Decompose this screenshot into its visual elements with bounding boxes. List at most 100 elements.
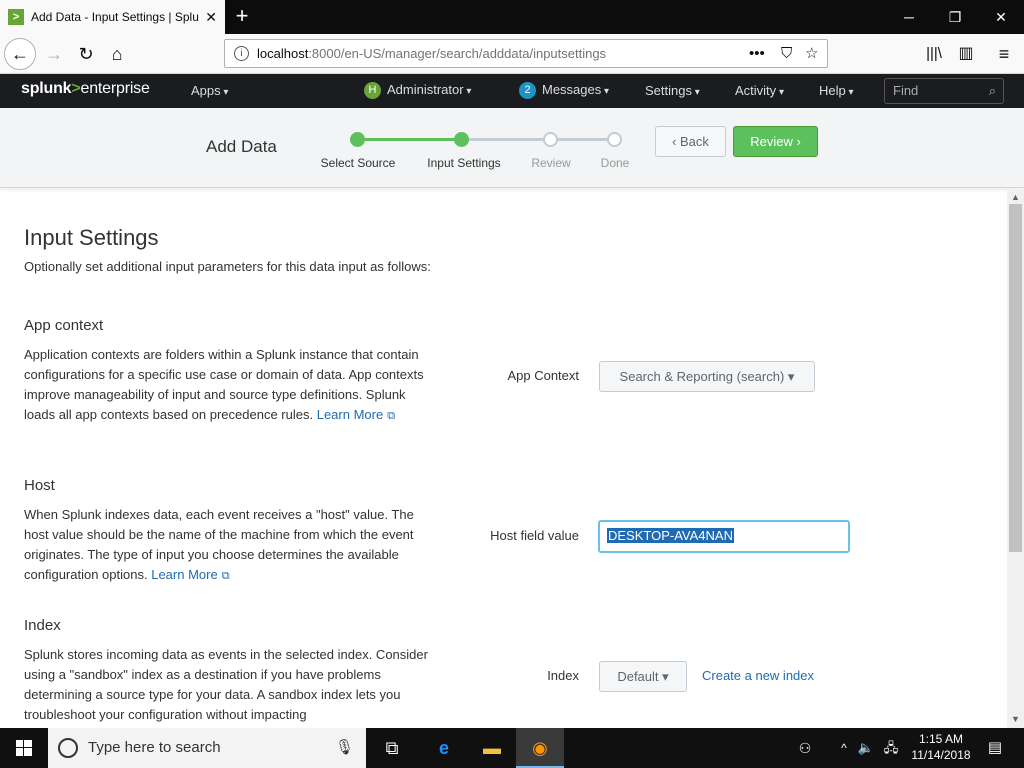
- browser-tab-bar: > Add Data - Input Settings | Splu ✕ + ─…: [0, 0, 1024, 34]
- action-center-icon[interactable]: ▤: [980, 728, 1010, 768]
- scrollbar-thumb[interactable]: [1009, 204, 1022, 552]
- back-label: Back: [680, 134, 709, 149]
- input-settings-panel: Input Settings Optionally set additional…: [4, 208, 1004, 728]
- clock-date: 11/14/2018: [911, 748, 971, 762]
- library-icon[interactable]: |||\: [920, 40, 948, 68]
- network-icon[interactable]: 🖧: [880, 728, 902, 768]
- review-label: Review: [750, 134, 793, 149]
- task-view-icon[interactable]: ⧉: [368, 728, 416, 768]
- step-dot-done: [607, 132, 622, 147]
- windows-taskbar: Type here to search 🎙 ⧉ e ▬ ◉ ⚇ ^ 🔈 🖧 1:…: [0, 728, 1024, 768]
- url-bar[interactable]: i localhost:8000/en-US/manager/search/ad…: [224, 39, 828, 68]
- page-actions-icon[interactable]: •••: [749, 40, 765, 67]
- bookmark-star-icon[interactable]: ☆: [805, 40, 818, 67]
- activity-menu[interactable]: Activity: [735, 83, 784, 98]
- find-placeholder: Find: [893, 83, 919, 98]
- page-subtitle: Optionally set additional input paramete…: [24, 259, 431, 274]
- edge-icon[interactable]: e: [420, 728, 468, 768]
- taskbar-search-box[interactable]: Type here to search 🎙: [48, 728, 366, 768]
- scroll-down-icon[interactable]: ▼: [1007, 714, 1024, 724]
- app-context-heading: App context: [24, 317, 104, 334]
- dropdown-caret-icon: ▾: [658, 669, 669, 684]
- step-label-select-source: Select Source: [320, 156, 396, 170]
- taskbar-search-placeholder: Type here to search: [88, 739, 221, 756]
- host-field-value: DESKTOP-AVA4NAN: [607, 528, 734, 543]
- browser-tab[interactable]: > Add Data - Input Settings | Splu ✕: [0, 0, 225, 34]
- index-label: Index: [547, 668, 579, 683]
- user-menu-label: Administrator: [387, 82, 471, 97]
- user-menu[interactable]: H Administrator: [364, 82, 471, 100]
- minimize-icon[interactable]: ─: [886, 0, 932, 34]
- browser-toolbar: ← → ↻ ⌂ i localhost:8000/en-US/manager/s…: [0, 34, 1024, 74]
- wizard-title: Add Data: [206, 137, 277, 156]
- messages-menu[interactable]: 2 Messages: [519, 82, 609, 100]
- step-label-done: Done: [600, 156, 630, 170]
- page-scrollbar[interactable]: ▲ ▼: [1007, 190, 1024, 728]
- reload-icon[interactable]: ↻: [72, 40, 100, 68]
- file-explorer-icon[interactable]: ▬: [468, 728, 516, 768]
- external-link-icon: ⧉: [221, 570, 230, 582]
- chevron-left-icon: ‹: [672, 134, 681, 149]
- create-new-index-link[interactable]: Create a new index: [702, 668, 814, 683]
- app-context-dropdown[interactable]: Search & Reporting (search) ▾: [599, 361, 815, 392]
- step-dot-input-settings: [454, 132, 469, 147]
- splunk-navbar: splunk>enterprise Apps H Administrator 2M…: [0, 74, 1024, 108]
- back-button[interactable]: ‹ Back: [655, 126, 726, 157]
- step-label-input-settings: Input Settings: [427, 156, 501, 170]
- search-icon: ⌕: [988, 83, 996, 98]
- host-field-label: Host field value: [490, 528, 579, 543]
- review-button[interactable]: Review ›: [733, 126, 818, 157]
- info-icon[interactable]: i: [234, 46, 249, 61]
- windows-logo-icon: [16, 740, 32, 756]
- external-link-icon: ⧉: [387, 410, 396, 422]
- step-connector-todo: [462, 138, 614, 141]
- close-tab-icon[interactable]: ✕: [205, 9, 217, 26]
- sidebar-icon[interactable]: ▥: [952, 40, 980, 68]
- add-data-wizard-header: Add Data Select Source Input Settings Re…: [0, 108, 1024, 188]
- splunk-logo[interactable]: splunk>enterprise: [21, 80, 150, 98]
- index-description: Splunk stores incoming data as events in…: [24, 647, 428, 722]
- step-connector-done: [358, 138, 462, 141]
- new-tab-button[interactable]: +: [230, 4, 254, 28]
- app-context-description: Application contexts are folders within …: [24, 347, 424, 422]
- user-avatar: H: [364, 82, 381, 100]
- url-path: :8000/en-US/manager/search/adddata/input…: [308, 46, 607, 61]
- index-value: Default: [617, 669, 659, 684]
- firefox-icon[interactable]: ◉: [516, 728, 564, 768]
- dropdown-caret-icon: ▾: [784, 369, 795, 384]
- page-title: Input Settings: [24, 225, 159, 250]
- host-description: When Splunk indexes data, each event rec…: [24, 507, 414, 582]
- system-clock[interactable]: 1:15 AM 11/14/2018: [906, 731, 976, 763]
- apps-menu[interactable]: Apps: [191, 83, 228, 98]
- people-icon[interactable]: ⚇: [790, 728, 820, 768]
- restore-icon[interactable]: ❐: [932, 0, 978, 34]
- screen: > Add Data - Input Settings | Splu ✕ + ─…: [0, 0, 1024, 768]
- host-field-input[interactable]: DESKTOP-AVA4NAN: [598, 520, 850, 553]
- clock-time: 1:15 AM: [918, 732, 964, 746]
- app-context-value: Search & Reporting (search): [619, 369, 785, 384]
- chevron-up-icon[interactable]: ^: [834, 728, 854, 768]
- app-context-label: App Context: [507, 368, 579, 383]
- app-context-learn-more-link[interactable]: Learn More: [317, 407, 383, 422]
- microphone-icon[interactable]: 🎙: [335, 728, 354, 768]
- index-dropdown[interactable]: Default ▾: [599, 661, 687, 692]
- messages-count-badge: 2: [519, 82, 536, 100]
- help-menu[interactable]: Help: [819, 83, 854, 98]
- step-dot-select-source: [350, 132, 365, 147]
- scroll-up-icon[interactable]: ▲: [1007, 192, 1024, 202]
- settings-menu[interactable]: Settings: [645, 83, 700, 98]
- menu-icon[interactable]: ≡: [990, 40, 1018, 68]
- splunk-favicon-icon: >: [8, 9, 24, 25]
- pocket-icon[interactable]: ⛉: [781, 40, 792, 67]
- windows-start-button[interactable]: [0, 728, 48, 768]
- window-close-icon[interactable]: ✕: [978, 0, 1024, 34]
- home-icon[interactable]: ⌂: [103, 40, 131, 68]
- browser-back-icon[interactable]: ←: [4, 38, 36, 70]
- messages-label: Messages: [542, 82, 609, 97]
- cortana-icon: [58, 738, 78, 758]
- browser-forward-icon[interactable]: →: [40, 40, 68, 68]
- volume-icon[interactable]: 🔈: [856, 728, 876, 768]
- chevron-right-icon: ›: [792, 134, 801, 149]
- host-learn-more-link[interactable]: Learn More: [151, 567, 217, 582]
- find-input[interactable]: Find ⌕: [884, 78, 1004, 104]
